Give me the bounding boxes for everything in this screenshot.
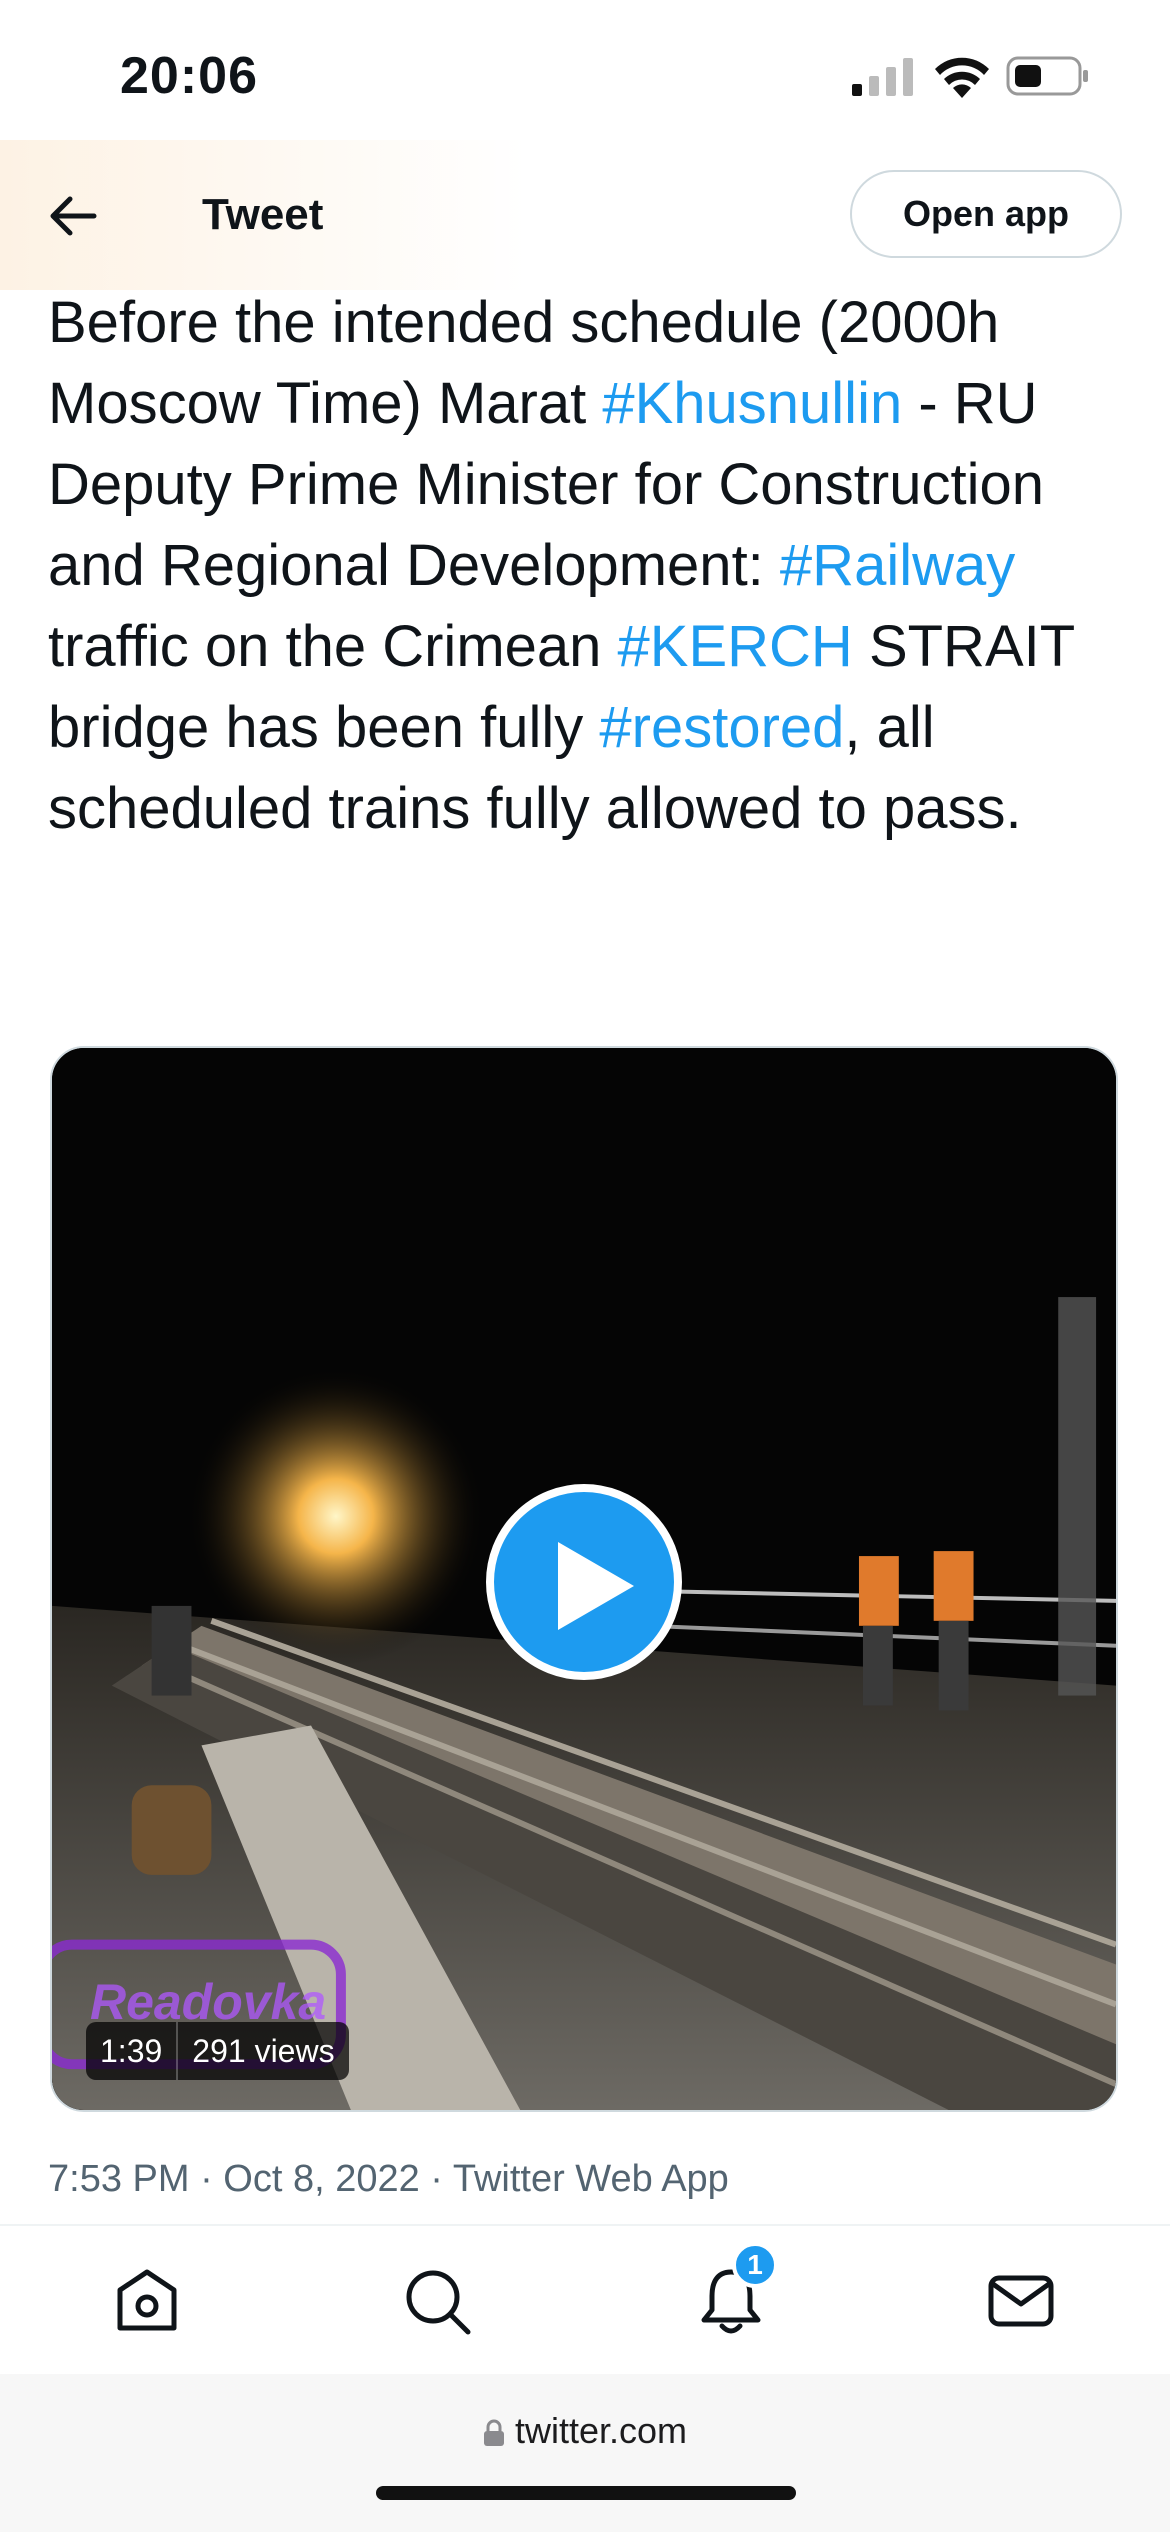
status-time: 20:06 bbox=[120, 47, 258, 105]
browser-bar: twitter.com bbox=[0, 2374, 1170, 2532]
video-player[interactable]: Readovka 1:39 291 views bbox=[50, 1046, 1118, 2112]
url-text: twitter.com bbox=[514, 2410, 688, 2451]
tab-home[interactable] bbox=[112, 2266, 182, 2336]
arrow-left-icon[interactable] bbox=[44, 188, 100, 244]
tweet-timestamp: 7:53 PM · Oct 8, 2022 · Twitter Web App bbox=[48, 2158, 729, 2200]
video-views: 291 views bbox=[192, 2032, 335, 2069]
play-button[interactable] bbox=[486, 1484, 682, 1680]
status-bar: 20:06 bbox=[0, 0, 1170, 140]
hashtag-link[interactable]: #Railway bbox=[780, 533, 1015, 598]
open-app-button[interactable]: Open app bbox=[850, 170, 1122, 258]
bottom-nav: 1 bbox=[0, 2224, 1170, 2376]
play-icon bbox=[558, 1542, 634, 1630]
page-title: Tweet bbox=[202, 190, 324, 239]
hashtag-link[interactable]: #KERCH bbox=[618, 614, 853, 679]
home-indicator[interactable] bbox=[376, 2486, 796, 2500]
tweet-text-segment: traffic on the Crimean bbox=[48, 614, 618, 679]
lock-icon bbox=[483, 2420, 504, 2447]
cellular-signal-icon bbox=[852, 58, 913, 96]
hashtag-link[interactable]: #Khusnullin bbox=[602, 371, 902, 436]
tweet-text: Before the intended schedule (2000h Mosc… bbox=[48, 282, 1128, 849]
home-icon bbox=[117, 2269, 177, 2331]
wifi-icon bbox=[935, 57, 989, 98]
tab-messages[interactable] bbox=[986, 2266, 1056, 2336]
tweet-header: Tweet Open app bbox=[0, 140, 1170, 290]
video-duration: 1:39 bbox=[100, 2032, 163, 2069]
messages-icon bbox=[988, 2275, 1054, 2327]
hashtag-link[interactable]: #restored bbox=[599, 695, 844, 760]
notification-badge: 1 bbox=[732, 2242, 778, 2288]
video-stats: 1:39 291 views bbox=[86, 2022, 349, 2080]
tab-notifications[interactable]: 1 bbox=[696, 2242, 778, 2336]
address-bar[interactable]: twitter.com bbox=[0, 2410, 1170, 2452]
search-icon bbox=[406, 2270, 471, 2335]
battery-icon bbox=[1006, 56, 1088, 96]
tab-search[interactable] bbox=[402, 2266, 472, 2336]
